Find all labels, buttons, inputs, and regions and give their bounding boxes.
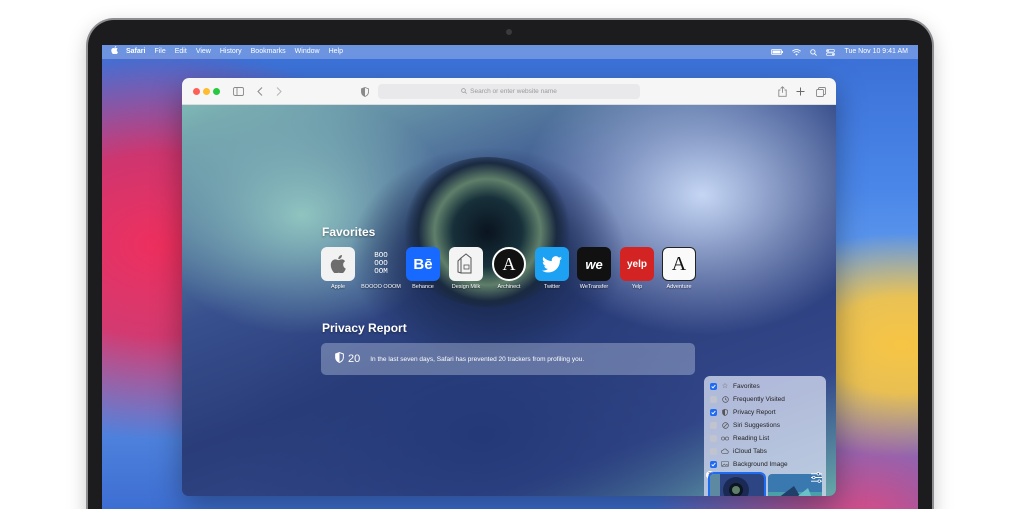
checkbox-frequently-visited[interactable] [710,395,717,403]
option-label: Favorites [733,382,760,390]
tracker-count: 20 [348,353,361,365]
menu-bar: Safari File Edit View History Bookmarks … [102,45,918,59]
favorite-label: BOOOO OOOM [361,284,401,290]
desktop-screen: Safari File Edit View History Bookmarks … [102,45,918,509]
battery-icon[interactable] [771,49,784,55]
checkbox-privacy-report[interactable] [710,408,717,416]
menu-edit[interactable]: Edit [175,45,187,59]
menu-view[interactable]: View [196,45,211,59]
menu-safari[interactable]: Safari [126,45,145,59]
favorite-yelp[interactable]: yelp Yelp [617,247,657,291]
laptop-frame: Safari File Edit View History Bookmarks … [88,20,932,509]
option-label: Background Image [733,460,788,468]
apple-icon [321,247,355,281]
apple-logo-icon[interactable] [111,45,118,59]
favorite-boooooom[interactable]: BOO OOO OOM BOOOO OOOM [361,247,401,291]
search-icon [461,87,468,96]
privacy-shield-icon[interactable] [358,85,371,98]
favorite-label: Apple [330,284,346,290]
minimize-button[interactable] [203,88,210,95]
favorite-label: Twitter [543,284,561,290]
menu-help[interactable]: Help [329,45,343,59]
boooooom-icon: BOO OOO OOM [374,252,388,276]
option-label: Reading List [733,434,770,442]
privacy-report-title: Privacy Report [322,321,407,335]
favorite-label: Yelp [631,284,643,290]
option-label: Siri Suggestions [733,421,780,429]
design-milk-icon [449,247,483,281]
photo-icon [721,460,729,468]
checkbox-background-image[interactable] [710,460,717,468]
favorite-behance[interactable]: Bē Behance [403,247,443,291]
privacy-shield-icon [335,350,344,368]
privacy-message: In the last seven days, Safari has preve… [370,355,585,363]
option-label: Privacy Report [733,408,776,416]
clock-icon [721,395,729,403]
siri-icon [721,421,729,429]
favorite-label: Archinect [497,284,521,290]
checkbox-favorites[interactable] [710,382,717,390]
back-icon[interactable] [253,85,266,98]
status-area: Tue Nov 10 9:41 AM [771,45,908,59]
checkbox-reading-list[interactable] [710,434,717,442]
option-label: iCloud Tabs [733,447,767,455]
favorite-design-milk[interactable]: Design Milk [446,247,486,291]
close-button[interactable] [193,88,200,95]
option-siri-suggestions[interactable]: Siri Suggestions [710,420,780,430]
customize-settings-icon[interactable] [808,469,824,485]
option-frequently-visited[interactable]: Frequently Visited [710,394,785,404]
address-bar[interactable]: Search or enter website name [378,84,640,99]
favorite-archinect[interactable]: A Archinect [489,247,529,291]
behance-icon: Bē [406,247,440,281]
menu-bookmarks[interactable]: Bookmarks [251,45,286,59]
favorite-label: Behance [412,284,434,290]
sidebar-toggle-icon[interactable] [232,85,245,98]
menu-history[interactable]: History [220,45,242,59]
forward-icon[interactable] [272,85,285,98]
menubar-datetime[interactable]: Tue Nov 10 9:41 AM [844,45,908,59]
adventure-icon: A [662,247,696,281]
safari-toolbar: Search or enter website name [182,78,836,105]
menu-window[interactable]: Window [295,45,320,59]
option-favorites[interactable]: ☆ Favorites [710,381,760,391]
favorite-apple[interactable]: Apple [318,247,358,291]
tab-overview-icon[interactable] [814,85,827,98]
spotlight-search-icon[interactable] [810,48,818,56]
camera [506,29,512,35]
option-label: Frequently Visited [733,395,785,403]
option-privacy-report[interactable]: Privacy Report [710,407,776,417]
checkbox-icloud-tabs[interactable] [710,447,717,455]
cloud-icon [721,447,729,455]
favorites-title: Favorites [322,225,376,239]
favorite-twitter[interactable]: Twitter [532,247,572,291]
favorite-label: Adventure [666,284,692,290]
new-tab-icon[interactable] [794,85,807,98]
control-center-icon[interactable] [826,48,836,56]
address-placeholder: Search or enter website name [470,88,557,95]
twitter-icon [535,247,569,281]
favorite-label: Design Milk [451,284,481,290]
share-icon[interactable] [776,85,789,98]
safari-window: Search or enter website name Favorites A… [182,78,836,496]
archinect-icon: A [492,247,526,281]
checkbox-siri-suggestions[interactable] [710,421,717,429]
glasses-icon [721,434,729,442]
option-background-image[interactable]: Background Image [710,459,788,469]
shield-icon [721,408,729,416]
wifi-icon[interactable] [792,48,802,56]
favorite-wetransfer[interactable]: we WeTransfer [574,247,614,291]
favorite-adventure[interactable]: A Adventure [659,247,699,291]
start-page: Favorites Apple BOO OOO OOM BOOOO OOOM B… [182,105,836,496]
menu-file[interactable]: File [154,45,165,59]
zoom-button[interactable] [213,88,220,95]
option-reading-list[interactable]: Reading List [710,433,769,443]
background-thumbnail-flower[interactable] [710,474,764,496]
star-icon: ☆ [721,383,729,390]
wetransfer-icon: we [577,247,611,281]
option-icloud-tabs[interactable]: iCloud Tabs [710,446,767,456]
privacy-report-card[interactable]: 20 In the last seven days, Safari has pr… [321,343,695,375]
favorite-label: WeTransfer [579,284,609,290]
yelp-icon: yelp [620,247,654,281]
